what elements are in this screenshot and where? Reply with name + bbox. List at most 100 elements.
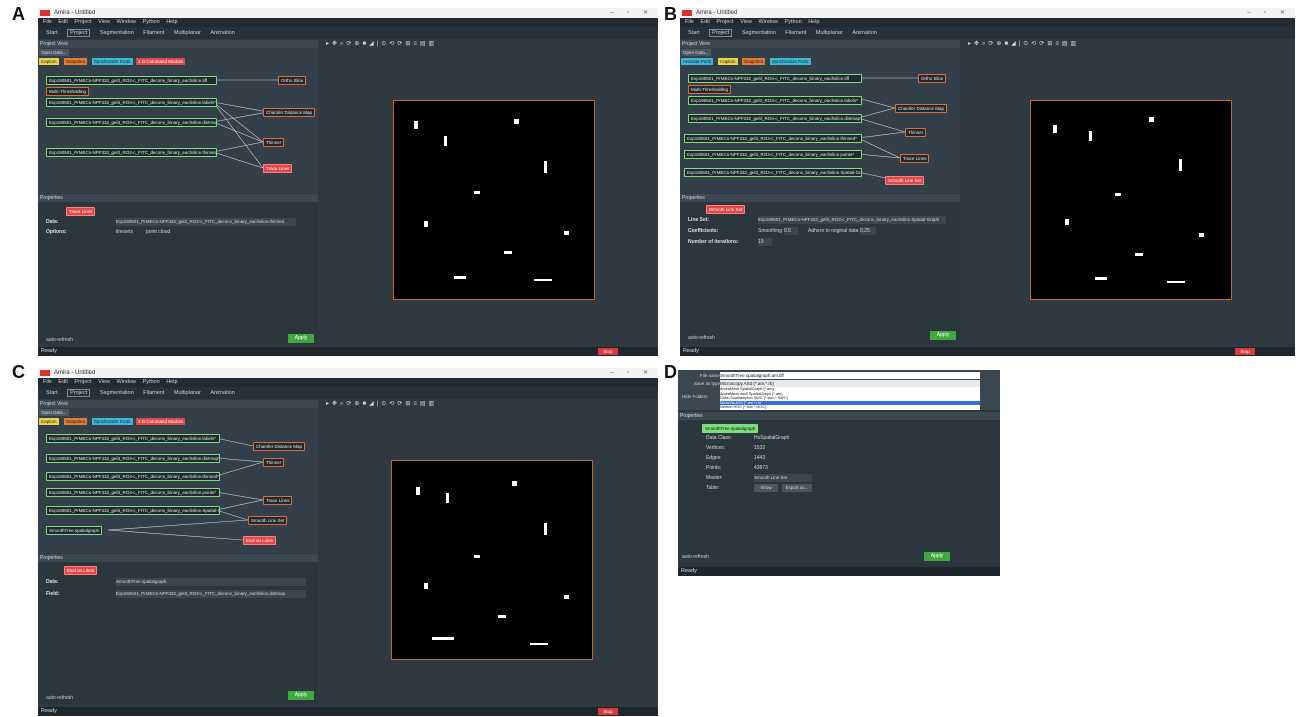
menu-python[interactable]: Python <box>143 379 160 385</box>
node-trace-lines[interactable]: Trace Lines <box>900 154 930 163</box>
node-trace-lines[interactable]: Trace Lines <box>263 164 293 173</box>
save-type-option[interactable]: Neuron HOC (*.hoc,*.HOC) <box>720 405 980 410</box>
node-spatial-graph[interactable]: Exp190501_PrMECs-NPF332_gel3_RO3-c_FITC_… <box>684 168 862 177</box>
auto-refresh-checkbox[interactable]: auto-refresh <box>688 335 715 341</box>
tab-animation[interactable]: Animation <box>852 30 876 36</box>
node-distmap[interactable]: Exp190501_PrMECs-NPF332_gel3_RO3-c_FITC_… <box>46 454 220 463</box>
menu-file[interactable]: File <box>43 379 52 385</box>
node-thinned[interactable]: Exp190501_PrMECs-NPF332_gel3_RO3-c_FITC_… <box>46 472 220 481</box>
menu-edit[interactable]: Edit <box>58 19 67 25</box>
tab-segmentation[interactable]: Segmentation <box>742 30 776 36</box>
tab-multiplanar[interactable]: Multiplanar <box>816 30 843 36</box>
menu-file[interactable]: File <box>43 19 52 25</box>
window-controls[interactable]: – ▫ ✕ <box>610 368 654 378</box>
menu-edit[interactable]: Edit <box>700 19 709 25</box>
tab-project[interactable]: Project <box>67 29 91 37</box>
tab-animation[interactable]: Animation <box>210 390 234 396</box>
node-labels[interactable]: Exp190501_PrMECs-NPF332_gel3_RO3-c_FITC_… <box>46 98 217 107</box>
node-chamfer-distance[interactable]: Chamfer Distance Map <box>253 442 306 451</box>
tab-start[interactable]: Start <box>46 390 58 396</box>
data-select[interactable]: Exp190501_PrMECs-NPF332_gel3_RO3-c_FITC_… <box>116 218 296 226</box>
tab-filament[interactable]: Filament <box>785 30 806 36</box>
option-point-cloud[interactable]: point cloud <box>146 228 170 236</box>
apply-button[interactable]: Apply <box>924 552 950 561</box>
node-thinner[interactable]: Thinner <box>263 138 285 147</box>
tab-multiplanar[interactable]: Multiplanar <box>174 390 201 396</box>
node-multi-threshold[interactable]: Multi-Thresholding <box>46 87 90 96</box>
node-labels[interactable]: Exp190501_PrMECs-NPF332_gel3_RO3-c_FITC_… <box>688 96 862 105</box>
iterations-input[interactable]: 10 <box>758 238 772 246</box>
stop-button[interactable]: Stop <box>1235 348 1255 355</box>
node-distmap[interactable]: Exp190501_PrMECs-NPF332_gel3_RO3-c_FITC_… <box>688 114 862 123</box>
node-smoothtree[interactable]: SmoothTree.spatialgraph <box>46 526 103 535</box>
menu-window[interactable]: Window <box>758 19 778 25</box>
node-trace-lines[interactable]: Trace Lines <box>263 496 293 505</box>
tab-project[interactable]: Project <box>67 389 91 397</box>
menu-view[interactable]: View <box>98 379 110 385</box>
field-select[interactable]: Exp190501_PrMECs-NPF332_gel3_RO3-c_FITC_… <box>116 590 306 598</box>
tab-segmentation[interactable]: Segmentation <box>100 30 134 36</box>
node-eval-on-lines[interactable]: Eval on Lines <box>243 536 277 545</box>
node-spatial-graph[interactable]: Exp190501_PrMECs-NPF332_gel3_RO3-c_FITC_… <box>46 506 220 515</box>
stop-button[interactable]: Stop <box>598 348 618 355</box>
menu-python[interactable]: Python <box>785 19 802 25</box>
export-button[interactable]: Export as... <box>782 484 812 492</box>
tab-segmentation[interactable]: Segmentation <box>100 390 134 396</box>
node-multi-threshold[interactable]: Multi-Thresholding <box>688 85 732 94</box>
viewer-toolbar[interactable]: ▸✥⌕⟳⊕■◢|⊙⟲⟳⊞≡▤▥ <box>968 40 1079 49</box>
node-thinner[interactable]: Thinner <box>905 128 927 137</box>
node-thinned[interactable]: Exp190501_PrMECs-NPF332_gel3_RO3-c_FITC_… <box>46 148 217 157</box>
node-tiff[interactable]: Exp190501_PrMECs-NPF332_gel3_RO3-c_FITC_… <box>688 74 862 83</box>
menu-project[interactable]: Project <box>716 19 733 25</box>
node-chamfer-distance[interactable]: Chamfer Distance Map <box>263 108 316 117</box>
tab-filament[interactable]: Filament <box>143 30 164 36</box>
node-smooth-line-set[interactable]: Smooth Line Set <box>248 516 288 525</box>
menu-window[interactable]: Window <box>116 379 136 385</box>
menu-view[interactable]: View <box>98 19 110 25</box>
option-linesets[interactable]: linesets <box>116 228 133 236</box>
hide-folders-toggle[interactable]: Hide Folders <box>682 394 708 399</box>
window-controls[interactable]: – ▫ ✕ <box>610 8 654 18</box>
menu-window[interactable]: Window <box>116 19 136 25</box>
tab-start[interactable]: Start <box>46 30 58 36</box>
node-thinner[interactable]: Thinner <box>263 458 285 467</box>
save-type-select[interactable]: Microscopy.AS3 (*.am,*.rb) <box>720 380 980 387</box>
window-controls[interactable]: – ▫ ✕ <box>1247 8 1291 18</box>
stop-button[interactable]: Stop <box>598 708 618 715</box>
node-smooth-line-set[interactable]: Smooth Line Set <box>885 176 925 185</box>
node-points[interactable]: Exp190501_PrMECs-NPF332_gel3_RO3-c_FITC_… <box>46 488 220 497</box>
node-ortho-slice[interactable]: Ortho Slice <box>918 74 947 83</box>
show-button[interactable]: Show <box>754 484 778 492</box>
apply-button[interactable]: Apply <box>930 331 956 340</box>
data-select[interactable]: SmoothTree.spatialgraph <box>116 578 306 586</box>
node-ortho-slice[interactable]: Ortho Slice <box>278 76 307 85</box>
node-tiff[interactable]: Exp190501_PrMECs-NPF332_gel3_RO3-c_FITC_… <box>46 76 217 85</box>
file-name-input[interactable]: SmoothTree.spatialgraph.am.tiff <box>720 372 980 379</box>
node-chamfer-distance[interactable]: Chamfer Distance Map <box>895 104 948 113</box>
menu-help[interactable]: Help <box>808 19 819 25</box>
viewer-toolbar[interactable]: ▸✥⌕⟳⊕■◢|⊙⟲⟳⊞≡▤▥ <box>326 400 437 409</box>
tab-project[interactable]: Project <box>709 29 733 37</box>
node-thinned[interactable]: Exp190501_PrMECs-NPF332_gel3_RO3-c_FITC_… <box>684 134 862 143</box>
menu-file[interactable]: File <box>685 19 694 25</box>
auto-refresh-checkbox[interactable]: auto-refresh <box>46 337 73 343</box>
menu-view[interactable]: View <box>740 19 752 25</box>
adhere-input[interactable]: 0.25 <box>860 227 876 235</box>
apply-button[interactable]: Apply <box>288 691 314 700</box>
apply-button[interactable]: Apply <box>288 334 314 343</box>
tab-filament[interactable]: Filament <box>143 390 164 396</box>
menu-edit[interactable]: Edit <box>58 379 67 385</box>
node-points[interactable]: Exp190501_PrMECs-NPF332_gel3_RO3-c_FITC_… <box>684 150 862 159</box>
menu-project[interactable]: Project <box>74 19 91 25</box>
menu-python[interactable]: Python <box>143 19 160 25</box>
tab-multiplanar[interactable]: Multiplanar <box>174 30 201 36</box>
menu-project[interactable]: Project <box>74 379 91 385</box>
viewer-toolbar[interactable]: ▸✥⌕⟳⊕■◢|⊙⟲⟳⊞≡▤▥ <box>326 40 437 49</box>
auto-refresh-checkbox[interactable]: auto-refresh <box>46 695 73 701</box>
menu-help[interactable]: Help <box>166 19 177 25</box>
node-labels[interactable]: Exp190501_PrMECs-NPF332_gel3_RO3-c_FITC_… <box>46 434 220 443</box>
tab-animation[interactable]: Animation <box>210 30 234 36</box>
master-select[interactable]: Smooth Line Set <box>754 474 812 482</box>
auto-refresh-checkbox[interactable]: auto-refresh <box>682 554 709 560</box>
lineset-select[interactable]: Exp190501_PrMECs-NPF332_gel3_RO3-c_FITC_… <box>758 216 946 224</box>
